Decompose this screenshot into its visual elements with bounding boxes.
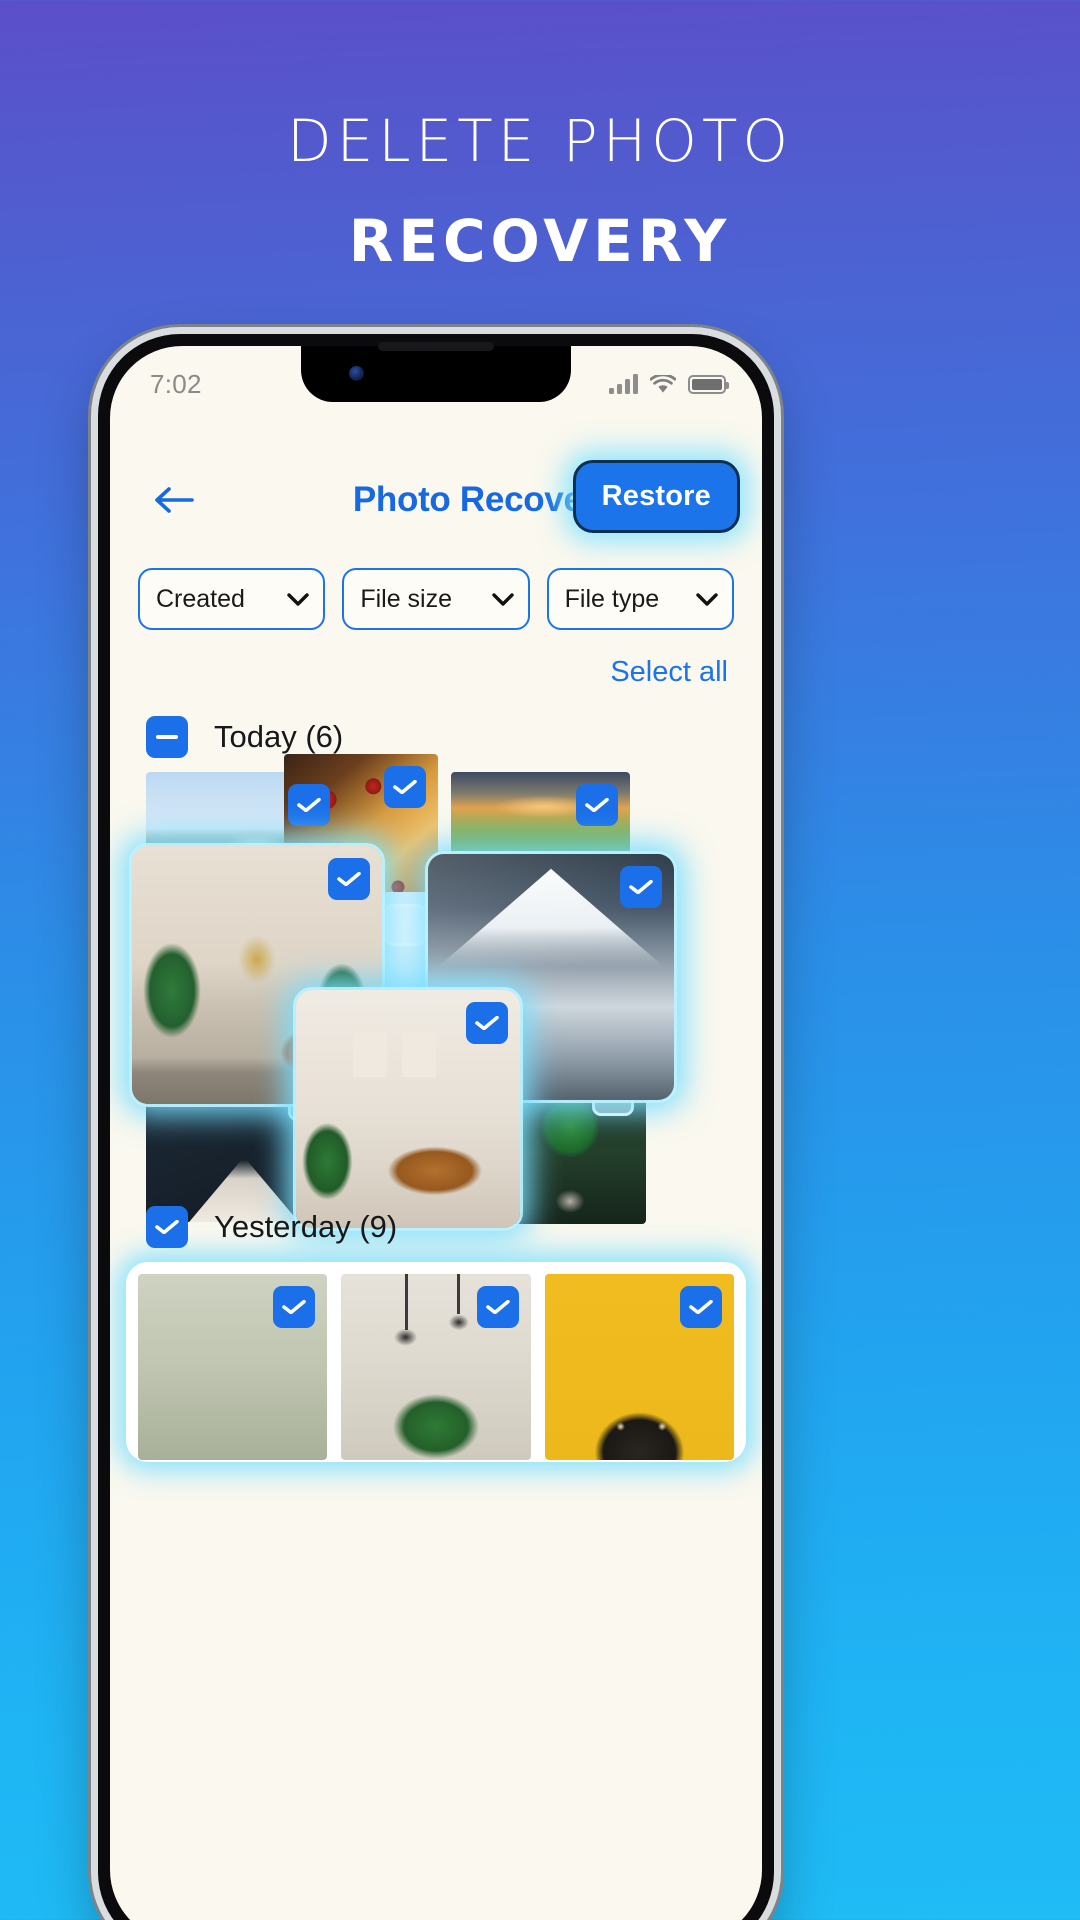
photo-tile-eucalyptus-leaves[interactable]: [138, 1274, 328, 1460]
photo-checkbox[interactable]: [328, 858, 370, 900]
photo-grid-yesterday: [126, 1262, 746, 1462]
section-header-yesterday: Yesterday (9): [110, 1206, 762, 1248]
cellular-bars-icon: [609, 374, 638, 394]
photo-checkbox[interactable]: [576, 784, 618, 826]
chevron-down-icon: [287, 592, 310, 606]
section-label-yesterday: Yesterday (9): [214, 1209, 398, 1244]
filter-created[interactable]: Created: [138, 568, 326, 630]
section-header-today: Today (6): [110, 716, 762, 758]
select-all-link[interactable]: Select all: [610, 656, 728, 689]
photo-checkbox[interactable]: [466, 1002, 508, 1044]
photo-tile-pug-dog-yellow[interactable]: [544, 1274, 734, 1460]
section-checkbox-yesterday[interactable]: [146, 1206, 188, 1248]
filter-bar: Created File size File type: [110, 568, 762, 630]
phone-screen: 7:02 Photo Recovery Restore Created File…: [110, 346, 762, 1920]
back-arrow-icon: [155, 487, 194, 513]
chevron-down-icon: [491, 592, 514, 606]
filter-file-size-label: File size: [360, 584, 453, 613]
front-camera-icon: [349, 366, 364, 381]
wifi-icon: [650, 374, 676, 394]
photo-checkbox[interactable]: [679, 1286, 722, 1328]
chevron-down-icon: [696, 592, 718, 606]
headline-line-2: RECOVERY: [348, 207, 732, 275]
battery-full-icon: [688, 374, 729, 394]
section-label-today: Today (6): [214, 719, 344, 754]
photo-checkbox[interactable]: [620, 866, 662, 908]
photo-checkbox[interactable]: [384, 904, 426, 946]
app-header: Photo Recovery Restore: [110, 454, 762, 546]
phone-speaker: [378, 342, 494, 351]
filter-file-type-label: File type: [564, 584, 660, 613]
photo-checkbox[interactable]: [476, 1286, 519, 1328]
photo-tile-hanging-lamps-plants[interactable]: [341, 1274, 531, 1460]
phone-notch: [301, 346, 571, 402]
headline-line-1: DELETE PHOTO: [286, 107, 794, 175]
promo-headline: DELETE PHOTO RECOVERY: [0, 104, 1080, 278]
filter-file-type[interactable]: File type: [546, 568, 734, 630]
filter-created-label: Created: [156, 584, 245, 613]
status-time: 7:02: [150, 368, 202, 399]
photo-checkbox[interactable]: [288, 784, 330, 826]
photo-checkbox[interactable]: [273, 1286, 316, 1328]
phone-mockup: 7:02 Photo Recovery Restore Created File…: [98, 334, 774, 1920]
filter-file-size[interactable]: File size: [342, 568, 530, 630]
photo-checkbox[interactable]: [384, 766, 426, 808]
section-checkbox-today[interactable]: [146, 716, 188, 758]
restore-button[interactable]: Restore: [572, 460, 740, 533]
photo-tile-sofa-interior[interactable]: [293, 987, 523, 1231]
